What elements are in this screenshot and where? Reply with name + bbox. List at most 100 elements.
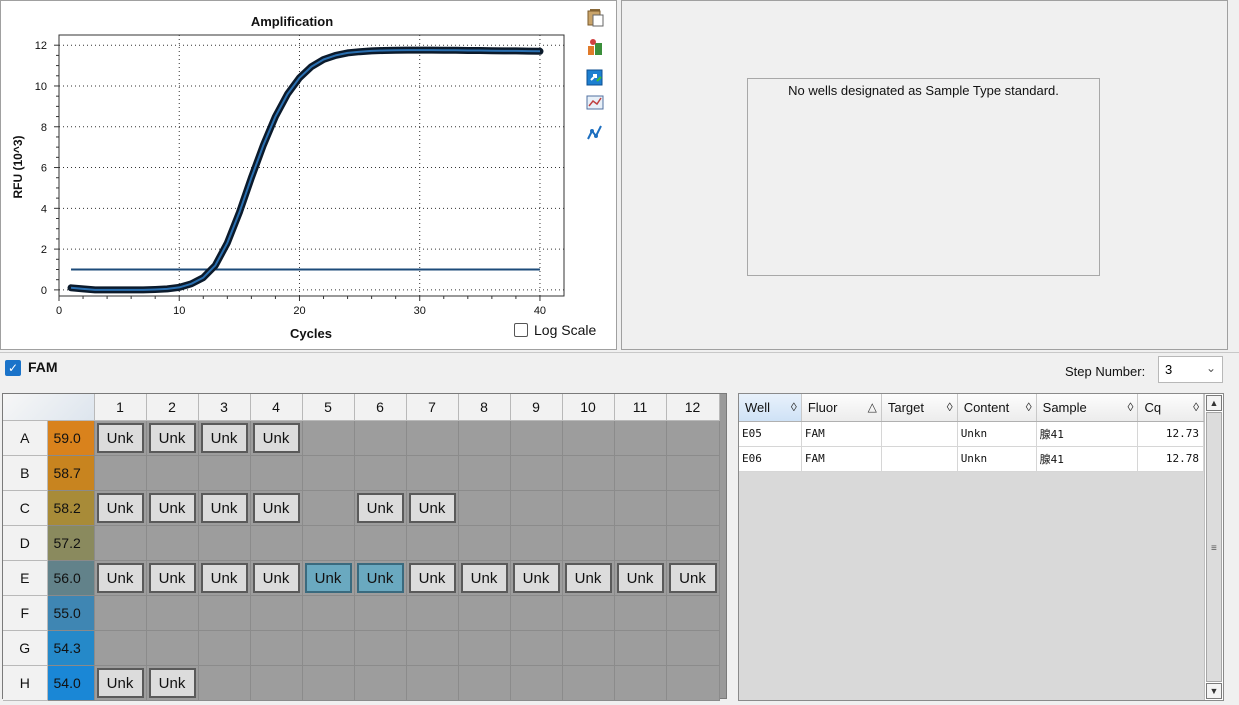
plate-well[interactable]: [301, 664, 355, 701]
trace-styles-icon[interactable]: [585, 123, 605, 143]
plate-well[interactable]: [457, 419, 511, 456]
plate-well[interactable]: [405, 419, 459, 456]
plate-row-header[interactable]: C: [3, 490, 48, 526]
plate-col-header[interactable]: 10: [562, 394, 615, 421]
well-content-label[interactable]: Unk: [96, 667, 144, 698]
plate-well[interactable]: [613, 419, 667, 456]
plate-well[interactable]: [301, 629, 355, 666]
plate-well[interactable]: [509, 489, 563, 526]
plate-well[interactable]: Unk: [457, 559, 511, 596]
plate-well[interactable]: [457, 594, 511, 631]
results-col-well[interactable]: Well ◊: [739, 394, 802, 422]
plate-well[interactable]: [561, 664, 615, 701]
plate-well[interactable]: [405, 664, 459, 701]
plate-well[interactable]: [509, 594, 563, 631]
plate-well[interactable]: [613, 489, 667, 526]
well-content-label[interactable]: Unk: [148, 562, 196, 593]
well-content-label[interactable]: Unk: [460, 562, 508, 593]
plate-well[interactable]: Unk: [93, 559, 147, 596]
plate-well[interactable]: [145, 594, 199, 631]
plate-col-header[interactable]: 5: [302, 394, 355, 421]
sort-icon[interactable]: ◊: [1128, 400, 1137, 414]
plate-well[interactable]: [197, 454, 251, 491]
plate-well[interactable]: [249, 454, 303, 491]
plate-col-header[interactable]: 12: [666, 394, 720, 421]
log-scale-box[interactable]: [514, 323, 528, 337]
table-row[interactable]: E06 FAM Unkn 腺41 12.78: [739, 446, 1204, 472]
plate-well[interactable]: [145, 629, 199, 666]
plate-grid[interactable]: 1 2 3 4 5 6 7 8 9 10 11 12 A 59.0 Unk Unk Unk Unk B 58.7 C 58…: [2, 393, 727, 701]
well-content-label[interactable]: Unk: [304, 562, 352, 593]
results-col-fluor[interactable]: Fluor △: [801, 394, 882, 422]
plate-well[interactable]: Unk: [613, 559, 667, 596]
table-row[interactable]: E05 FAM Unkn 腺41 12.73: [739, 421, 1204, 447]
plate-well[interactable]: [561, 489, 615, 526]
plate-well[interactable]: [457, 629, 511, 666]
plate-well[interactable]: [249, 664, 303, 701]
plate-well[interactable]: [249, 629, 303, 666]
plate-well[interactable]: [665, 524, 720, 561]
plate-well[interactable]: [665, 664, 720, 701]
plate-well[interactable]: Unk: [197, 559, 251, 596]
plate-well[interactable]: Unk: [249, 489, 303, 526]
well-content-label[interactable]: Unk: [252, 562, 300, 593]
plate-well[interactable]: [665, 594, 720, 631]
step-number-select[interactable]: 3 ⌄: [1158, 356, 1223, 383]
plate-col-header[interactable]: 9: [510, 394, 563, 421]
plate-well[interactable]: Unk: [353, 559, 407, 596]
plate-well[interactable]: Unk: [301, 559, 355, 596]
plate-well[interactable]: [509, 454, 563, 491]
plate-well[interactable]: Unk: [249, 419, 303, 456]
plate-well[interactable]: [665, 419, 720, 456]
plate-well[interactable]: [509, 629, 563, 666]
plate-well[interactable]: [613, 594, 667, 631]
plate-well[interactable]: Unk: [665, 559, 720, 596]
plate-col-header[interactable]: 2: [146, 394, 199, 421]
plate-well[interactable]: [353, 454, 407, 491]
plate-well[interactable]: [665, 454, 720, 491]
well-content-label[interactable]: Unk: [668, 562, 717, 593]
export-icon[interactable]: [585, 37, 605, 57]
plate-well[interactable]: [93, 524, 147, 561]
chart-settings-icon[interactable]: [585, 93, 605, 113]
plate-col-header[interactable]: 7: [406, 394, 459, 421]
plate-well[interactable]: Unk: [145, 664, 199, 701]
plate-well[interactable]: Unk: [145, 489, 199, 526]
plate-well[interactable]: [665, 629, 720, 666]
well-content-label[interactable]: Unk: [616, 562, 664, 593]
plate-row-header[interactable]: H: [3, 665, 48, 701]
plate-well[interactable]: [93, 454, 147, 491]
sort-icon[interactable]: ◊: [1026, 400, 1035, 414]
plate-well[interactable]: [145, 454, 199, 491]
plate-well[interactable]: [561, 454, 615, 491]
plate-well[interactable]: [405, 524, 459, 561]
well-content-label[interactable]: Unk: [252, 492, 300, 523]
sort-icon[interactable]: ◊: [1193, 400, 1202, 414]
plate-well[interactable]: [93, 594, 147, 631]
plate-col-header[interactable]: 1: [94, 394, 147, 421]
plate-well[interactable]: Unk: [93, 419, 147, 456]
well-content-label[interactable]: Unk: [200, 562, 248, 593]
plate-well[interactable]: [457, 454, 511, 491]
fam-checkbox[interactable]: ✓: [5, 360, 21, 376]
well-content-label[interactable]: Unk: [148, 667, 196, 698]
results-col-content[interactable]: Content ◊: [957, 394, 1037, 422]
plate-well[interactable]: Unk: [93, 489, 147, 526]
scroll-down-icon[interactable]: ▼: [1206, 683, 1222, 699]
plate-well[interactable]: [301, 489, 355, 526]
plate-well[interactable]: [301, 524, 355, 561]
plate-well[interactable]: Unk: [353, 489, 407, 526]
plate-well[interactable]: [561, 419, 615, 456]
well-content-label[interactable]: Unk: [564, 562, 612, 593]
plate-well[interactable]: [93, 629, 147, 666]
plate-well[interactable]: [509, 664, 563, 701]
plate-well[interactable]: [301, 454, 355, 491]
well-content-label[interactable]: Unk: [408, 562, 456, 593]
plate-well[interactable]: [457, 489, 511, 526]
plate-well[interactable]: Unk: [509, 559, 563, 596]
plate-well[interactable]: [197, 629, 251, 666]
plate-well[interactable]: [509, 419, 563, 456]
sort-icon[interactable]: ◊: [947, 400, 956, 414]
well-content-label[interactable]: Unk: [512, 562, 560, 593]
plate-well[interactable]: [353, 524, 407, 561]
